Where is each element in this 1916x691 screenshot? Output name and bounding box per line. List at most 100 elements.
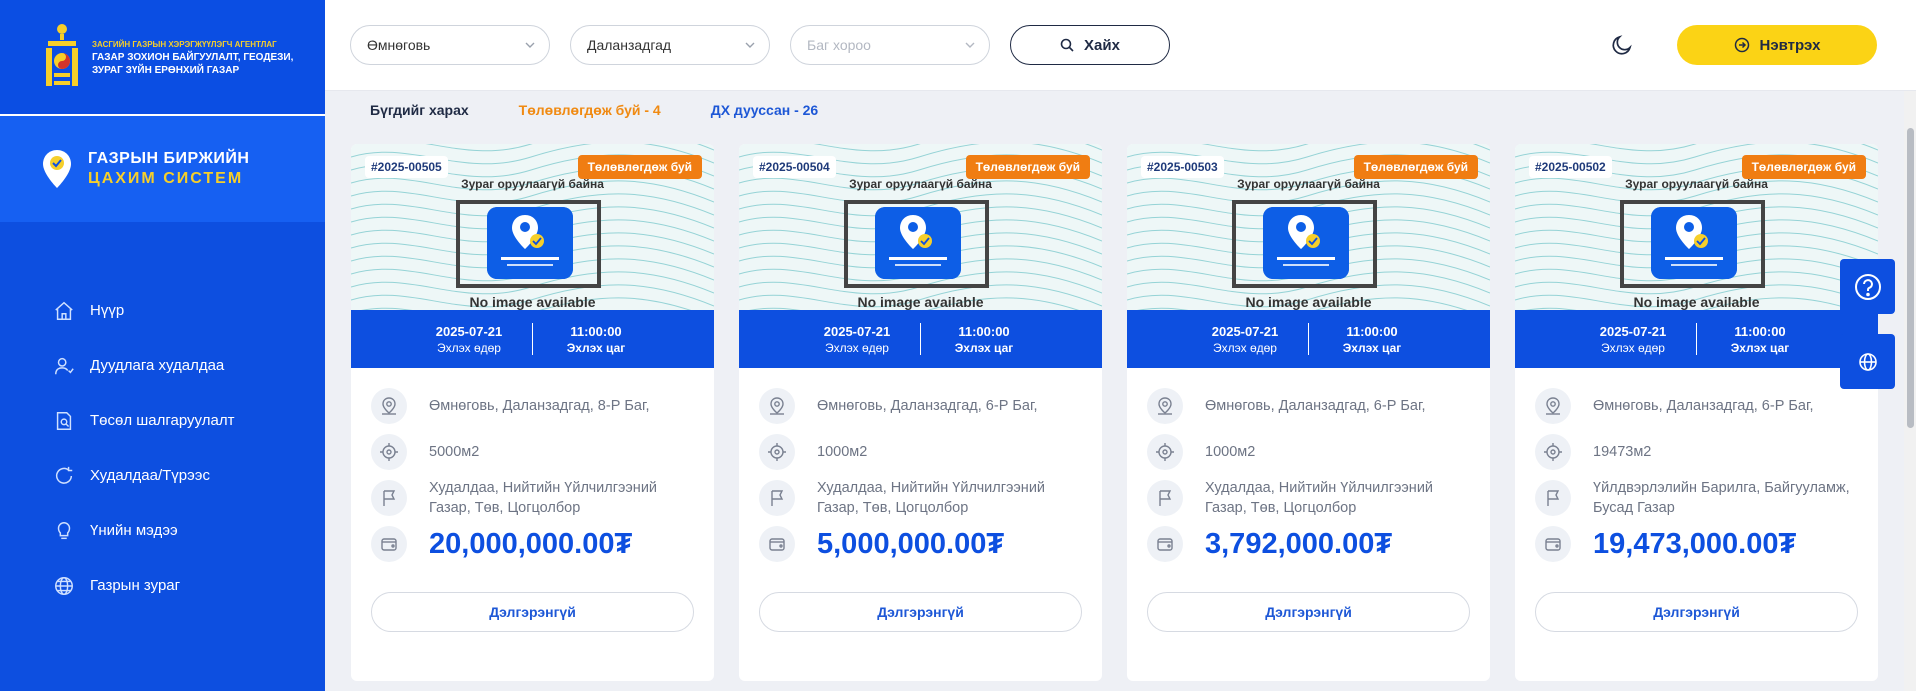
area-text: 1000м2 (1205, 444, 1256, 460)
khoroo-select[interactable]: Баг хороо (790, 25, 990, 65)
price-value: 3,792,000.00₮ (1205, 527, 1393, 560)
flag-icon (1535, 480, 1571, 516)
start-time-value: 11:00:00 (1346, 323, 1398, 339)
auction-card[interactable]: Зураг оруулаагүй байна No image available… (1127, 144, 1490, 681)
card-image[interactable]: Зураг оруулаагүй байна No image available… (1515, 144, 1878, 310)
start-date-label: Эхлэх өдөр (1601, 340, 1665, 355)
no-image-text-en: No image available (1245, 294, 1372, 310)
wallet-icon (371, 526, 407, 562)
sidebar-item-home[interactable]: Нүүр (0, 283, 325, 338)
help-button[interactable] (1840, 259, 1895, 314)
sidebar-nav: Нүүр Дуудлага худалдаа Төсөл шалгаруулал… (0, 283, 325, 613)
price-value: 20,000,000.00₮ (429, 527, 633, 560)
date-divider (920, 323, 921, 355)
tab-finished[interactable]: ДХ дууссан - 26 (711, 102, 818, 118)
login-button[interactable]: Нэвтрэх (1677, 25, 1877, 65)
price-value: 5,000,000.00₮ (817, 527, 1005, 560)
card-image[interactable]: Зураг оруулаагүй байна No image available… (739, 144, 1102, 310)
auction-card[interactable]: Зураг оруулаагүй байна No image available… (739, 144, 1102, 681)
tab-planned[interactable]: Төлөвлөгдөж буй - 4 (519, 102, 661, 118)
location-text: Өмнөговь, Даланзадгад, 8-Р Баг, (429, 398, 650, 414)
details-button[interactable]: Дэлгэрэнгүй (1147, 592, 1470, 632)
province-select[interactable]: Өмнөговь (350, 25, 550, 65)
brand-line-2: ЦАХИМ СИСТЕМ (88, 170, 244, 187)
date-bar: 2025-07-21 Эхлэх өдөр 11:00:00 Эхлэх цаг (1515, 310, 1878, 368)
refresh-icon (56, 466, 73, 484)
system-brand[interactable]: ГАЗРЫН БИРЖИЙН ЦАХИМ СИСТЕМ (0, 116, 325, 222)
status-badge: Төлөвлөгдөж буй (1353, 155, 1478, 179)
flag-icon (1147, 480, 1183, 516)
language-button[interactable] (1840, 334, 1895, 389)
start-time-label: Эхлэх цаг (1730, 340, 1790, 355)
date-divider (532, 323, 533, 355)
location-pin-logo-icon (43, 150, 71, 188)
area-row: 1000м2 (1147, 434, 1470, 470)
location-row: Өмнөговь, Даланзадгад, 6-Р Баг, (1535, 388, 1858, 424)
start-time-label: Эхлэх цаг (566, 340, 626, 355)
details-button[interactable]: Дэлгэрэнгүй (759, 592, 1082, 632)
location-pin-icon (371, 388, 407, 424)
sidebar-item-label: Худалдаа/Түрээс (90, 467, 210, 484)
user-icon (55, 357, 74, 374)
start-time-label: Эхлэх цаг (1342, 340, 1402, 355)
crosshair-icon (1535, 434, 1571, 470)
no-image-text-en: No image available (469, 294, 596, 310)
details-button[interactable]: Дэлгэрэнгүй (371, 592, 694, 632)
sidebar-item-trade-rent[interactable]: Худалдаа/Түрээс (0, 448, 325, 503)
tab-all[interactable]: Бүгдийг харах (370, 102, 469, 118)
location-row: Өмнөговь, Даланзадгад, 8-Р Баг, (371, 388, 694, 424)
status-badge: Төлөвлөгдөж буй (1741, 155, 1866, 179)
location-row: Өмнөговь, Даланзадгад, 6-Р Баг, (1147, 388, 1470, 424)
start-time-value: 11:00:00 (958, 323, 1010, 339)
sidebar-item-price-info[interactable]: Үнийн мэдээ (0, 503, 325, 558)
question-circle-icon (1854, 273, 1881, 300)
sidebar-item-project-selection[interactable]: Төсөл шалгаруулалт (0, 393, 325, 448)
start-time-label: Эхлэх цаг (954, 340, 1014, 355)
scrollbar-thumb[interactable] (1907, 128, 1914, 428)
filter-tabs: Бүгдийг харах Төлөвлөгдөж буй - 4 ДХ дуу… (370, 102, 868, 118)
date-divider (1308, 323, 1309, 355)
agency-line-2: ГАЗАР ЗОХИОН БАЙГУУЛАЛТ, ГЕОДЕЗИ, (92, 51, 294, 63)
auction-card[interactable]: Зураг оруулаагүй байна No image available… (351, 144, 714, 681)
area-row: 5000м2 (371, 434, 694, 470)
search-icon (1060, 38, 1074, 52)
sidebar-item-label: Газрын зураг (90, 577, 181, 594)
auction-code-badge: #2025-00502 (1529, 156, 1612, 178)
start-time-value: 11:00:00 (570, 323, 622, 339)
sidebar-item-label: Нүүр (90, 302, 125, 319)
area-row: 19473м2 (1535, 434, 1858, 470)
sidebar-item-land-map[interactable]: Газрын зураг (0, 558, 325, 613)
auction-card[interactable]: Зураг оруулаагүй байна No image available… (1515, 144, 1878, 681)
dark-mode-moon-icon[interactable] (1610, 33, 1634, 57)
lightbulb-icon (57, 521, 71, 539)
start-date-value: 2025-07-21 (1211, 323, 1279, 339)
sidebar: ЗАСГИЙН ГАЗРЫН ХЭРЭГЖҮҮЛЭГЧ АГЕНТЛАГ ГАЗ… (0, 0, 325, 691)
crosshair-icon (759, 434, 795, 470)
search-button[interactable]: Хайх (1010, 25, 1170, 65)
location-text: Өмнөговь, Даланзадгад, 6-Р Баг, (1205, 398, 1426, 414)
auction-code-badge: #2025-00503 (1141, 156, 1224, 178)
start-date-label: Эхлэх өдөр (825, 340, 889, 355)
agency-header[interactable]: ЗАСГИЙН ГАЗРЫН ХЭРЭГЖҮҮЛЭГЧ АГЕНТЛАГ ГАЗ… (0, 0, 325, 116)
price-row: 3,792,000.00₮ (1147, 524, 1470, 564)
auction-code-badge: #2025-00504 (753, 156, 836, 178)
flag-icon (371, 480, 407, 516)
location-text: Өмнөговь, Даланзадгад, 6-Р Баг, (817, 398, 1038, 414)
start-date-value: 2025-07-21 (823, 323, 891, 339)
search-button-label: Хайх (1084, 36, 1120, 54)
globe-icon (55, 576, 73, 595)
crosshair-icon (1147, 434, 1183, 470)
card-image[interactable]: Зураг оруулаагүй байна No image available… (351, 144, 714, 310)
area-text: 1000м2 (817, 444, 868, 460)
wallet-icon (1535, 526, 1571, 562)
app-logo-icon (1263, 207, 1349, 279)
card-details: Өмнөговь, Даланзадгад, 6-Р Баг, 1000м2 Худ… (1127, 388, 1490, 564)
wallet-icon (1147, 526, 1183, 562)
card-image[interactable]: Зураг оруулаагүй байна No image available… (1127, 144, 1490, 310)
app-logo-icon (875, 207, 961, 279)
app-logo-icon (487, 207, 573, 279)
district-select[interactable]: Даланзадгад (570, 25, 770, 65)
start-date-value: 2025-07-21 (1599, 323, 1667, 339)
details-button[interactable]: Дэлгэрэнгүй (1535, 592, 1858, 632)
sidebar-item-auction[interactable]: Дуудлага худалдаа (0, 338, 325, 393)
